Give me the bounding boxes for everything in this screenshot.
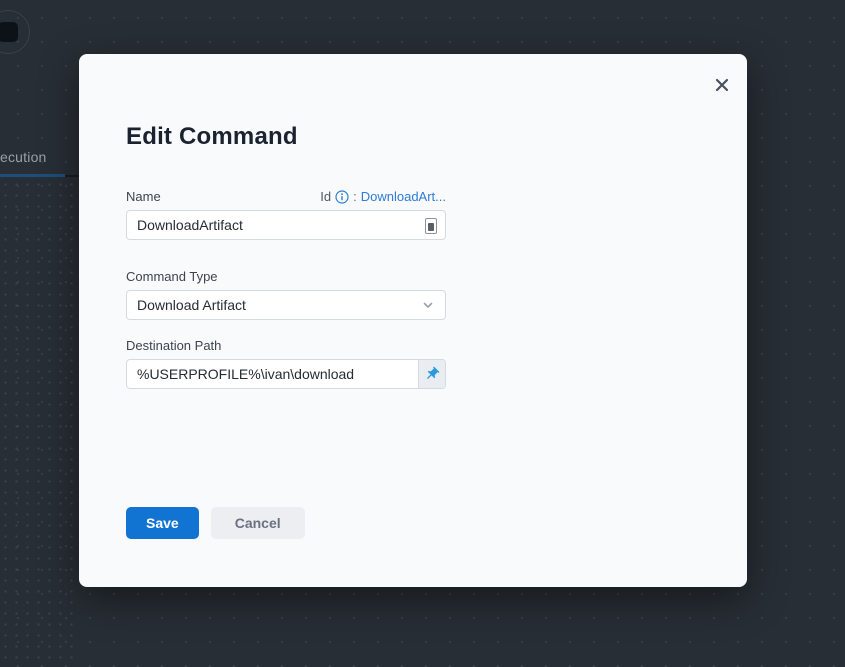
name-input-wrap — [126, 210, 446, 240]
modal-title: Edit Command — [126, 122, 700, 151]
name-label: Name — [126, 189, 161, 204]
save-button[interactable]: Save — [126, 507, 199, 539]
active-tab-indicator — [0, 174, 65, 177]
id-separator: : — [353, 189, 357, 204]
tab-bar: ecution — [0, 141, 79, 177]
tab-execution[interactable]: ecution — [0, 149, 47, 165]
command-id-link[interactable]: DownloadArt... — [361, 189, 446, 204]
edit-command-modal: Edit Command Name Id : DownloadArt... — [79, 54, 747, 587]
chevron-down-icon — [421, 298, 435, 312]
destination-path-label-row: Destination Path — [126, 337, 446, 353]
command-type-value: Download Artifact — [137, 297, 246, 313]
destination-path-label: Destination Path — [126, 338, 221, 353]
canvas-grid — [0, 179, 79, 667]
edit-command-form: Name Id : DownloadArt... Command Type — [126, 188, 446, 539]
name-input[interactable] — [127, 211, 445, 239]
info-icon[interactable] — [335, 190, 349, 204]
destination-path-wrap — [126, 359, 446, 389]
stop-icon — [0, 22, 18, 42]
command-type-label-row: Command Type — [126, 268, 446, 284]
cancel-button[interactable]: Cancel — [211, 507, 305, 539]
command-id-row: Id : DownloadArt... — [320, 189, 446, 204]
close-icon[interactable] — [711, 74, 733, 96]
command-type-select[interactable]: Download Artifact — [126, 290, 446, 320]
command-type-label: Command Type — [126, 269, 218, 284]
modal-actions: Save Cancel — [126, 507, 446, 539]
id-label: Id — [320, 189, 331, 204]
pin-icon — [424, 366, 440, 382]
autofill-icon — [425, 218, 437, 234]
name-label-row: Name Id : DownloadArt... — [126, 188, 446, 204]
pin-button[interactable] — [418, 360, 445, 388]
destination-path-input[interactable] — [127, 360, 418, 388]
stop-button[interactable] — [0, 10, 30, 54]
